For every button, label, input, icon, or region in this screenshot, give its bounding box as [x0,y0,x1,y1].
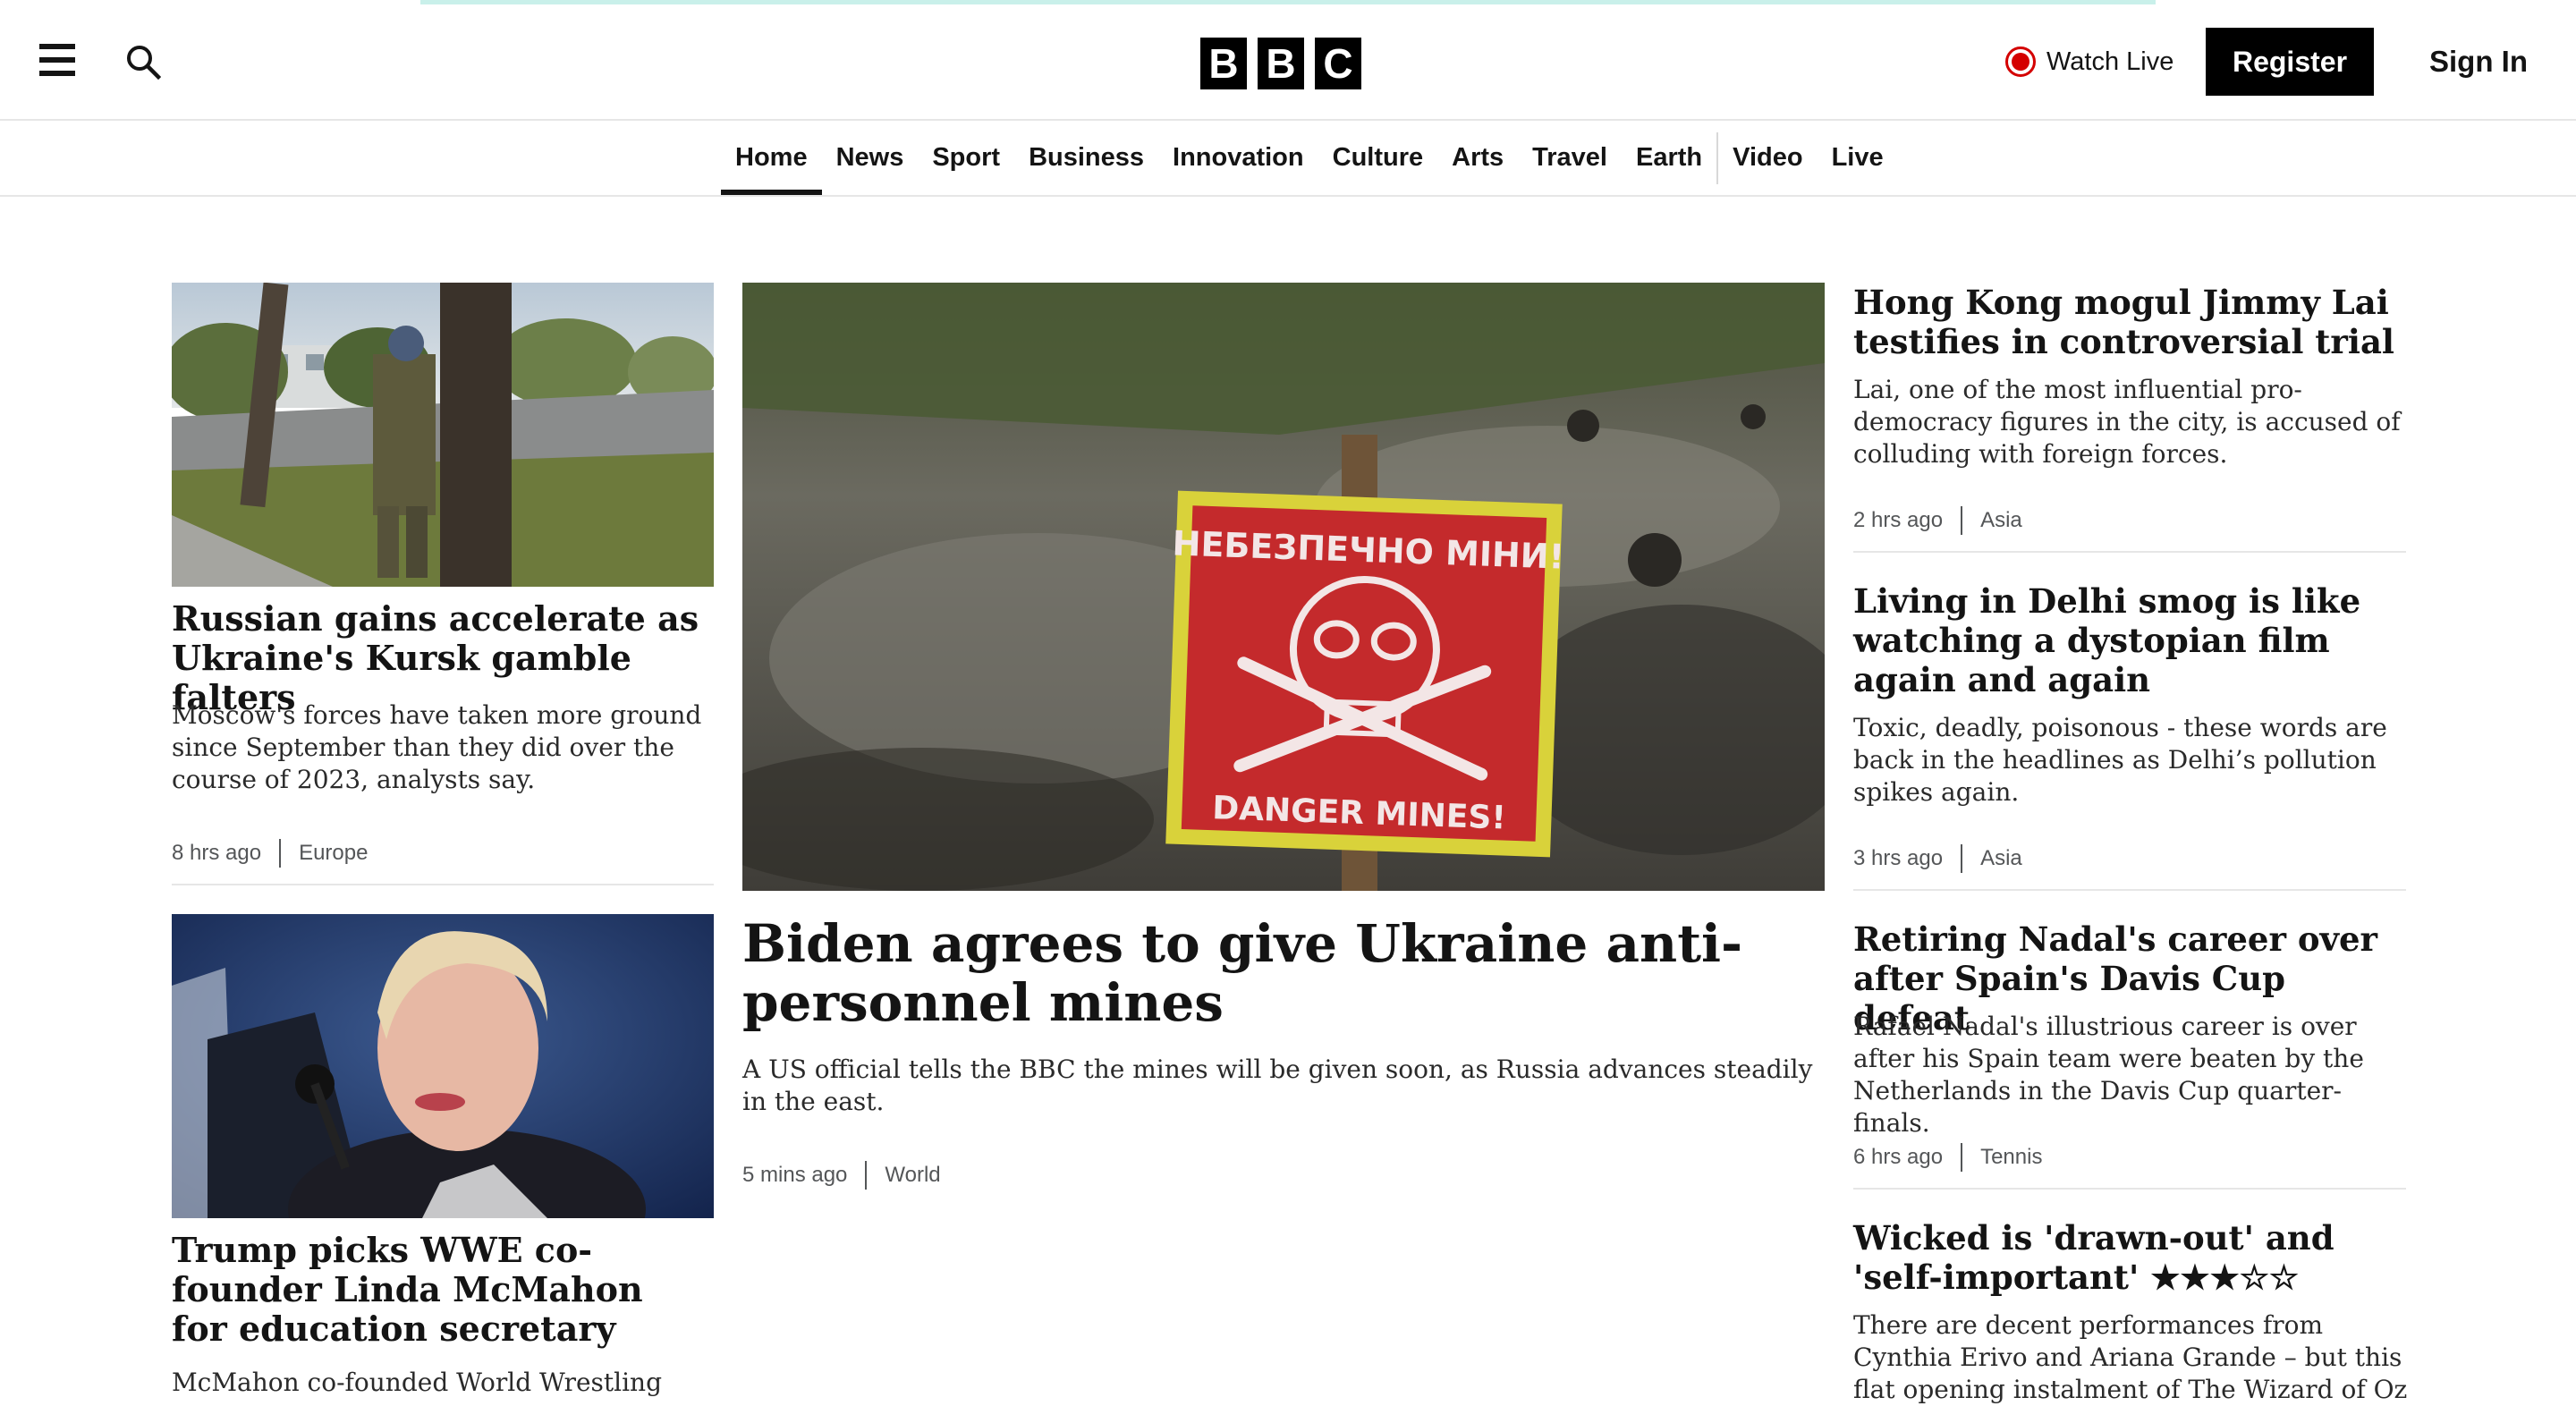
meta-nadal: 6 hrs ago Tennis [1853,1143,2042,1172]
meta-jimmy-lai: 2 hrs ago Asia [1853,506,2022,535]
card-divider [1853,889,2406,891]
watch-live-label: Watch Live [2046,47,2174,76]
section-tag[interactable]: Tennis [1980,1145,2042,1170]
timestamp: 8 hrs ago [172,841,262,865]
nav-item-live[interactable]: Live [1818,121,1898,195]
nav-item-culture[interactable]: Culture [1318,121,1438,195]
logo-letter-c: C [1315,38,1361,89]
section-tag[interactable]: Asia [1980,846,2022,871]
nav-item-arts[interactable]: Arts [1437,121,1518,195]
headline-wicked-review[interactable]: Wicked is 'drawn-out' and 'self-importan… [1853,1218,2408,1297]
timestamp: 3 hrs ago [1853,846,1944,870]
kursk-soldier-image[interactable] [172,283,714,587]
mcmahon-portrait-image[interactable] [172,914,714,1218]
meta-divider [279,839,282,868]
headline-delhi-smog[interactable]: Living in Delhi smog is like watching a … [1853,581,2408,699]
section-tag[interactable]: Asia [1980,508,2022,533]
meta-divider [1961,1143,1963,1172]
live-indicator-icon [2005,47,2036,77]
summary-lead: A US official tells the BBC the mines wi… [742,1054,1813,1116]
watch-live-link[interactable]: Watch Live [2005,44,2174,80]
nav-item-news[interactable]: News [822,121,919,195]
logo-letter-b2: B [1258,38,1304,89]
main-nav: Home News Sport Business Innovation Cult… [0,121,2576,197]
summary-nadal: Rafael Nadal's illustrious career is ove… [1853,1012,2364,1138]
meta-kursk: 8 hrs ago Europe [172,839,368,868]
nav-item-innovation[interactable]: Innovation [1158,121,1318,195]
summary-delhi-smog: Toxic, deadly, poisonous - these words a… [1853,713,2387,807]
meta-divider [865,1161,868,1190]
nav-item-business[interactable]: Business [1014,121,1158,195]
nav-item-sport[interactable]: Sport [918,121,1014,195]
nav-item-video[interactable]: Video [1718,121,1817,195]
logo-letter-b1: B [1200,38,1247,89]
meta-lead: 5 mins ago World [742,1161,941,1190]
summary-mcmahon: McMahon co-founded World Wrestling [172,1368,663,1397]
timestamp: 6 hrs ago [1853,1145,1944,1169]
nav-item-home[interactable]: Home [721,121,822,195]
headline-lead[interactable]: Biden agrees to give Ukraine anti-person… [742,914,1825,1032]
section-tag[interactable]: Europe [299,841,368,866]
register-button[interactable]: Register [2206,28,2374,96]
danger-mines-image[interactable]: НЕБЕЗПЕЧНО МІНИ! DANGER MINES! [742,283,1825,891]
meta-delhi-smog: 3 hrs ago Asia [1853,844,2022,873]
card-divider [172,884,714,885]
section-tag[interactable]: World [885,1163,940,1188]
timestamp: 2 hrs ago [1853,508,1944,532]
meta-divider [1961,506,1963,535]
summary-kursk: Moscow's forces have taken more ground s… [172,700,702,794]
nav-item-earth[interactable]: Earth [1622,121,1716,195]
masthead: B B C Watch Live Register Sign In [0,4,2576,121]
card-divider [1853,1188,2406,1190]
nav-item-travel[interactable]: Travel [1518,121,1622,195]
timestamp: 5 mins ago [742,1163,848,1187]
card-divider [1853,551,2406,553]
sign-in-link[interactable]: Sign In [2429,44,2528,80]
headline-jimmy-lai[interactable]: Hong Kong mogul Jimmy Lai testifies in c… [1853,283,2408,361]
headline-mcmahon[interactable]: Trump picks WWE co-founder Linda McMahon… [172,1231,708,1349]
bbc-logo[interactable]: B B C [1200,38,1361,89]
meta-divider [1961,844,1963,873]
summary-jimmy-lai: Lai, one of the most influential pro-dem… [1853,375,2401,469]
menu-icon[interactable] [39,44,75,76]
search-icon[interactable] [125,44,162,80]
